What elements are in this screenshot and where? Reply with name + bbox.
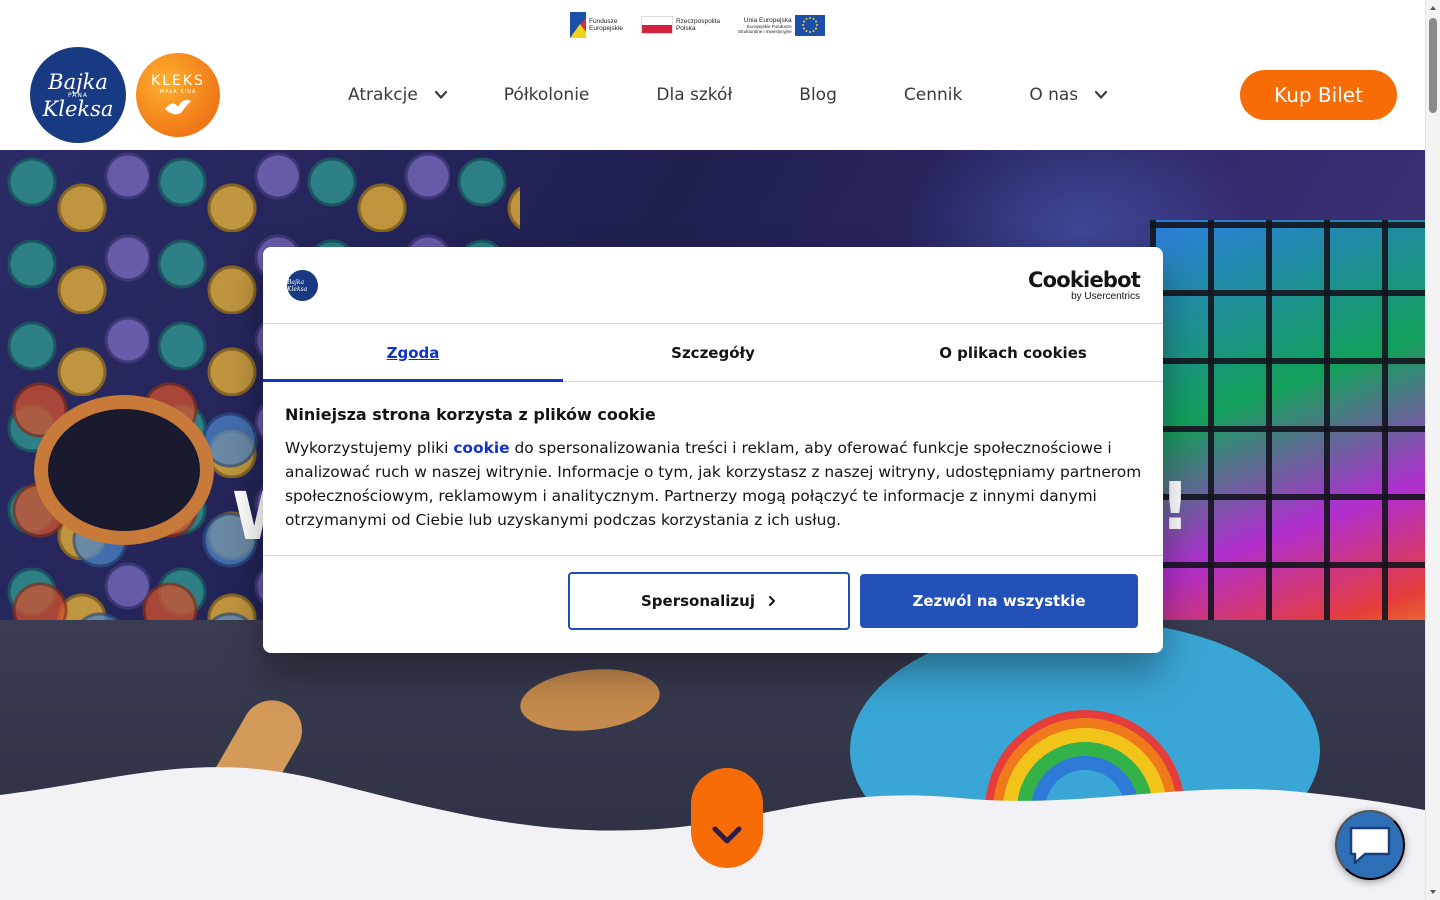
- eu-label-3: Strukturalne i Inwestycyjne: [738, 28, 792, 34]
- cookie-dialog-footer: Spersonalizuj Zezwól na wszystkie: [263, 555, 1163, 653]
- bajka-pana-kleksa-logo[interactable]: Bajka PANA Kleksa: [30, 47, 126, 143]
- nav-label: Cennik: [903, 85, 963, 105]
- logo-text-bajka: Bajka: [48, 69, 108, 94]
- eu-funding-bar: Fundusze Europejskie Rzeczpospolita Pols…: [570, 12, 825, 38]
- chevron-down-icon: [434, 90, 447, 99]
- customize-button-label: Spersonalizuj: [641, 592, 755, 610]
- eu-flag-icon: [794, 14, 825, 36]
- kleks-logo[interactable]: KLEKS MAŁA KINA: [136, 53, 220, 137]
- nav-item-cennik[interactable]: Cennik: [904, 85, 962, 105]
- logo-text-kleks: KLEKS: [151, 73, 205, 89]
- nav-item-atrakcje[interactable]: Atrakcje: [348, 85, 448, 105]
- allow-all-button[interactable]: Zezwól na wszystkie: [860, 574, 1138, 628]
- tab-zgoda[interactable]: Zgoda: [263, 324, 563, 382]
- cookie-dialog-tabs: Zgoda Szczegóły O plikach cookies: [263, 324, 1163, 382]
- cookie-consent-dialog: Bajka Kleksa Cookiebot by Usercentrics Z…: [263, 247, 1163, 653]
- nav-label: Półkolonie: [503, 85, 590, 105]
- cookie-dialog-body: Niniejsza strona korzysta z plików cooki…: [285, 405, 1145, 532]
- site-logo-small: Bajka Kleksa: [287, 270, 318, 301]
- cookie-dialog-heading: Niniejsza strona korzysta z plików cooki…: [285, 405, 656, 424]
- european-union-logo: Unia Europejska Europejskie Fundusze Str…: [738, 14, 825, 36]
- scroll-up-arrow-icon[interactable]: [1429, 4, 1437, 12]
- page-scrollbar[interactable]: [1425, 0, 1440, 900]
- chat-widget-button[interactable]: [1335, 810, 1405, 880]
- nav-label: Dla szkół: [656, 85, 733, 105]
- buy-ticket-button[interactable]: Kup Bilet: [1240, 70, 1397, 120]
- european-funds-label-2: Europejskie: [589, 25, 623, 32]
- chevron-right-icon: [768, 596, 775, 606]
- nav-label: O nas: [1029, 85, 1079, 105]
- nav-label: Blog: [799, 85, 837, 105]
- poland-label-1: Rzeczpospolita: [675, 18, 721, 25]
- poland-logo: Rzeczpospolita Polska: [640, 16, 721, 34]
- chevron-down-icon: [712, 826, 742, 844]
- european-funds-logo: Fundusze Europejskie: [570, 12, 623, 38]
- bird-icon: [165, 99, 191, 115]
- cookie-info-link[interactable]: cookie: [453, 439, 509, 457]
- scrollbar-thumb[interactable]: [1429, 18, 1437, 113]
- cookie-dialog-text: Wykorzystujemy pliki cookie do spersonal…: [285, 436, 1145, 532]
- tab-szczegoly[interactable]: Szczegóły: [563, 324, 863, 381]
- eu-label-1: Unia Europejska: [743, 16, 792, 24]
- european-funds-icon: [570, 12, 586, 38]
- main-nav: Atrakcje Półkolonie Dla szkół Blog Cenni…: [348, 84, 1108, 106]
- cookie-dialog-header: Bajka Kleksa Cookiebot by Usercentrics: [263, 247, 1163, 324]
- cookie-text-before-link: Wykorzystujemy pliki: [285, 439, 454, 457]
- nav-item-dla-szkol[interactable]: Dla szkół: [656, 85, 732, 105]
- poland-label-2: Polska: [675, 25, 696, 32]
- cookiebot-brand-sub: by Usercentrics: [1071, 291, 1140, 302]
- cookiebot-brand-name: Cookiebot: [1028, 268, 1141, 292]
- nav-item-o-nas[interactable]: O nas: [1029, 85, 1108, 105]
- logo-text-kleksa: Kleksa: [42, 96, 114, 121]
- tab-o-plikach-cookies[interactable]: O plikach cookies: [863, 324, 1163, 381]
- poland-flag-icon: [640, 16, 673, 34]
- chat-bubble-icon: [1349, 826, 1391, 865]
- customize-button[interactable]: Spersonalizuj: [568, 572, 850, 630]
- site-header: Fundusze Europejskie Rzeczpospolita Pols…: [0, 0, 1425, 150]
- nav-item-blog[interactable]: Blog: [799, 85, 837, 105]
- european-funds-label-1: Fundusze: [589, 18, 618, 25]
- scroll-down-button[interactable]: [691, 768, 763, 868]
- eu-label-2: Europejskie Fundusze: [747, 23, 792, 29]
- cookiebot-logo[interactable]: Cookiebot by Usercentrics: [1028, 268, 1141, 302]
- hero-mirror-image: [34, 395, 214, 545]
- chevron-down-icon: [1095, 90, 1108, 99]
- nav-item-polkolonie[interactable]: Półkolonie: [504, 85, 590, 105]
- hero-title-right: !: [1160, 468, 1191, 545]
- nav-label: Atrakcje: [348, 85, 418, 105]
- scroll-down-arrow-icon[interactable]: [1429, 888, 1437, 896]
